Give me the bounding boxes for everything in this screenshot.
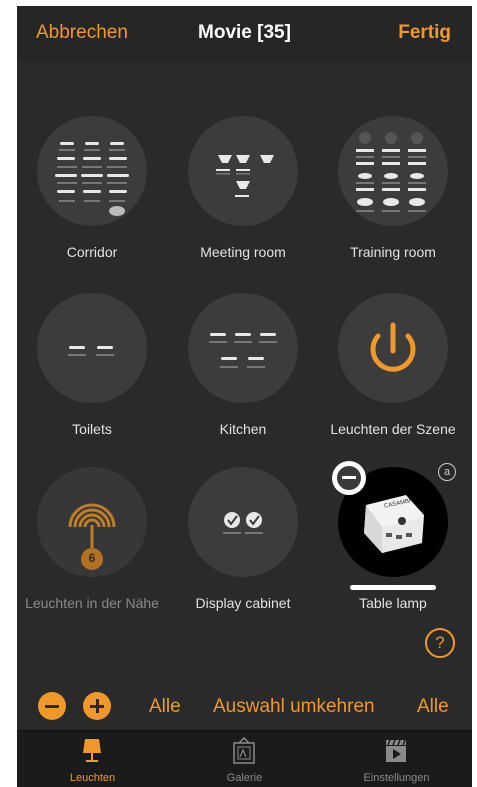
meeting-room-lights-icon	[188, 116, 298, 226]
selection-bar: Alle Auswahl umkehren Alle	[17, 682, 472, 728]
clapperboard-icon	[386, 739, 406, 762]
tab-galerie[interactable]: Galerie	[169, 731, 320, 787]
tab-leuchten[interactable]: Leuchten	[17, 731, 168, 787]
tab-label: Einstellungen	[363, 772, 430, 784]
app-screen: Abbrechen Movie [35] Fertig Corridor Mee…	[17, 6, 472, 787]
display-cabinet-icon	[188, 467, 298, 577]
select-all-button-2[interactable]: Alle	[417, 696, 449, 718]
gallery-icon	[233, 737, 255, 764]
tab-bar: Leuchten Galerie Einstellungen	[17, 730, 472, 787]
tile-label: Toilets	[72, 421, 112, 437]
kitchen-lights-icon	[188, 293, 298, 403]
minus-icon[interactable]	[38, 692, 66, 720]
nav-header: Abbrechen Movie [35] Fertig	[17, 6, 472, 62]
invert-selection-button[interactable]: Auswahl umkehren	[213, 696, 375, 718]
power-icon	[338, 293, 448, 403]
tile-label: Kitchen	[219, 421, 267, 437]
tile-label: Training room	[350, 244, 436, 260]
tab-einstellungen[interactable]: Einstellungen	[321, 731, 472, 787]
select-all-button[interactable]: Alle	[149, 696, 181, 718]
tile-label: Leuchten der Szene	[330, 421, 456, 437]
info-badge: a	[438, 463, 456, 481]
nearby-signal-icon: 6	[37, 467, 147, 577]
remove-icon[interactable]	[332, 461, 366, 495]
plus-icon[interactable]	[83, 692, 111, 720]
nearby-count-badge: 6	[88, 551, 96, 565]
tab-label: Leuchten	[69, 772, 116, 784]
tab-label: Galerie	[226, 772, 263, 784]
tile-label: Corridor	[66, 244, 118, 260]
done-button[interactable]: Fertig	[398, 22, 451, 44]
corridor-lights-icon	[37, 116, 147, 226]
toilets-lights-icon	[37, 293, 147, 403]
selected-indicator	[350, 585, 436, 590]
help-icon[interactable]: ?	[425, 628, 455, 658]
training-room-lights-icon	[338, 116, 448, 226]
lamp-icon	[83, 739, 101, 762]
tile-label: Meeting room	[200, 244, 286, 260]
tile-label: Display cabinet	[195, 595, 291, 611]
tile-label: Table lamp	[359, 595, 427, 611]
tile-label: Leuchten in der Nähe	[25, 595, 159, 611]
